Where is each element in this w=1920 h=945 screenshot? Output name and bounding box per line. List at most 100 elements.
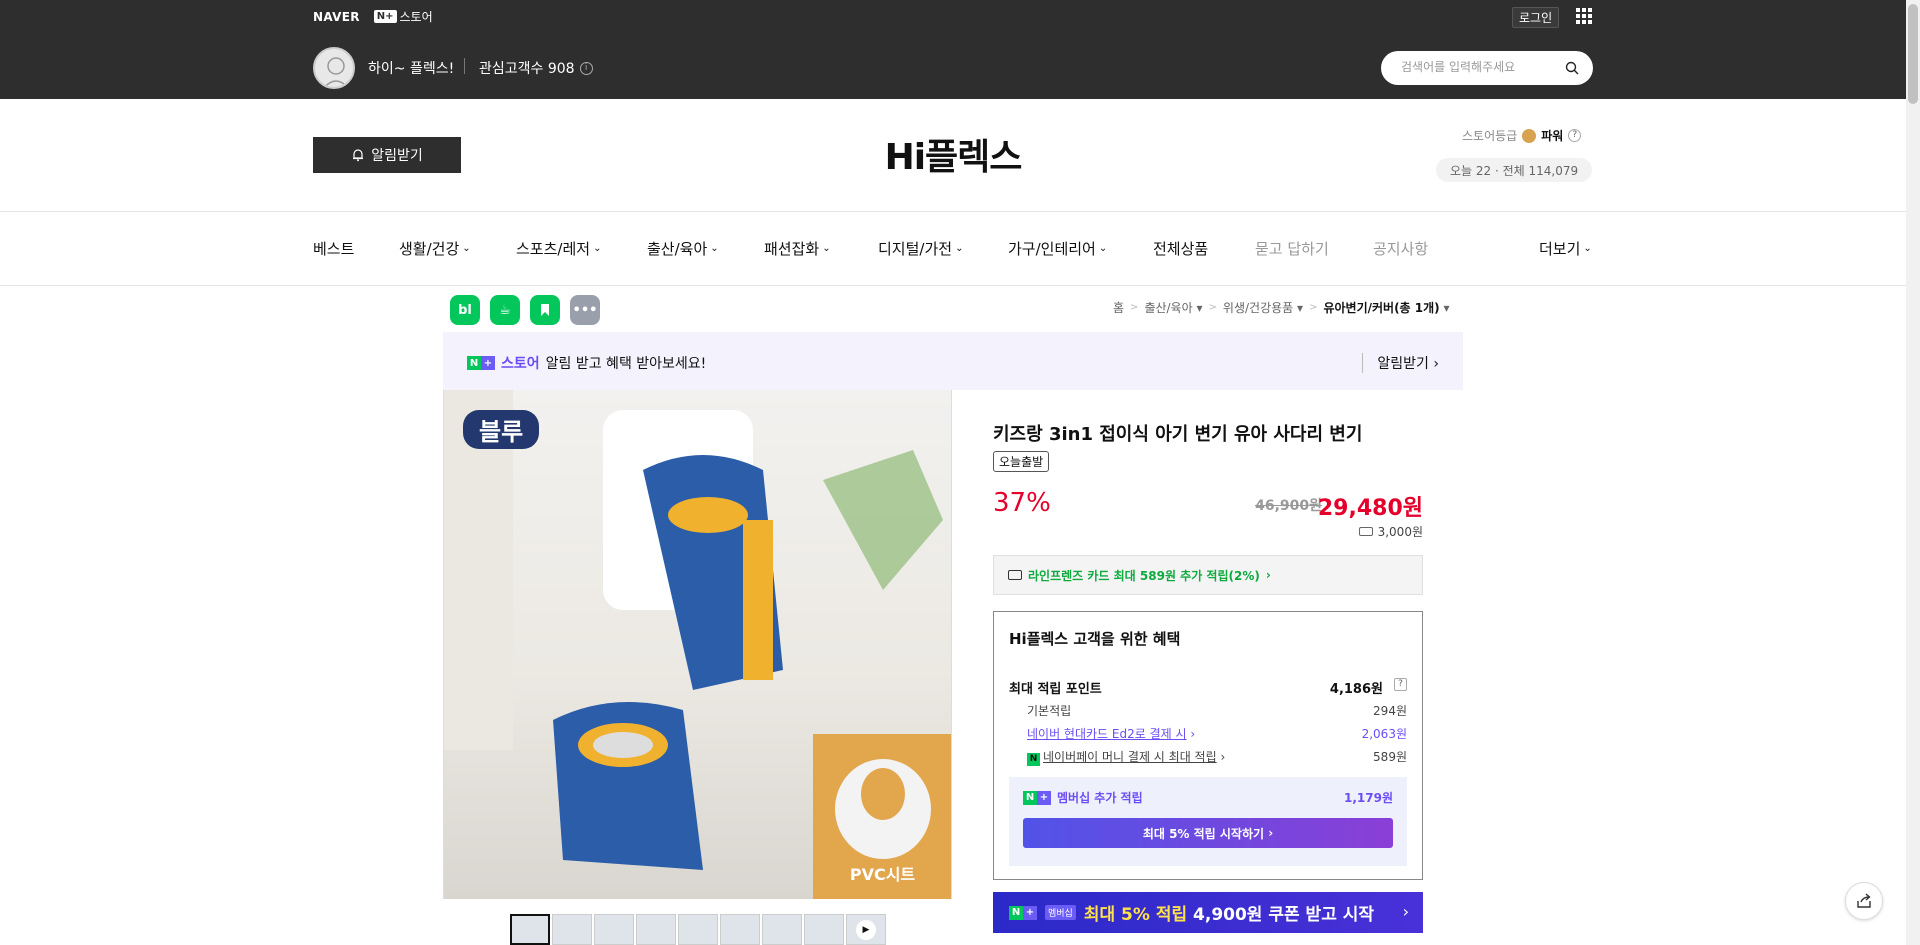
breadcrumb-label: 유아변기/커버(총 1개) [1323,301,1440,315]
promo-text: N + 스토어 알림 받고 혜택 받아보세요! [467,353,706,373]
more-share-icon[interactable]: ••• [570,295,600,325]
page-scrollbar[interactable] [1906,0,1920,945]
thumbnail[interactable] [720,914,760,945]
blog-share-icon[interactable]: bl [450,295,480,325]
thumbnail[interactable] [552,914,592,945]
thumbnail[interactable] [678,914,718,945]
membership-value: 1,179원 [1344,791,1393,805]
store-avatar[interactable] [313,47,355,89]
info-icon[interactable]: i [579,61,593,75]
basic-points-row: 기본적립 294원 [1009,702,1407,719]
share-icons: bl ☕ ••• [450,295,600,325]
naver-logo[interactable]: NAVER [313,10,360,24]
search-box [1381,51,1593,85]
apps-grid-icon[interactable] [1576,8,1592,24]
interest-count-label: 관심고객수 908 [479,61,575,77]
scrollbar-thumb[interactable] [1908,4,1918,104]
nplus-icon: N+ [467,356,495,370]
thumbnail[interactable] [762,914,802,945]
npay-points-link[interactable]: 네이버페이 머니 결제 시 최대 적립 [1043,750,1217,764]
shipping-fee-value: 3,000원 [1377,525,1423,539]
nav-more[interactable]: 더보기 ⌄ [1539,238,1592,259]
banner-highlight: 최대 5% 적립 [1083,905,1188,925]
truck-icon [1358,527,1373,536]
nav-label: 가구/인테리어 [1008,240,1096,258]
thumbnail[interactable] [804,914,844,945]
nav-fashion[interactable]: 패션잡화 ⌄ [764,238,831,259]
banner-text: 최대 5% 적립 4,900원 쿠폰 받고 시작 [1084,900,1374,925]
alarm-promo-banner: N + 스토어 알림 받고 혜택 받아보세요! 알림받기 › [443,332,1463,390]
thumbnail[interactable] [510,914,550,945]
share-icon [1857,893,1871,908]
bookmark-share-icon[interactable] [530,295,560,325]
breadcrumb-category-1[interactable]: 출산/육아 ▾ [1144,299,1202,316]
nav-baby[interactable]: 출산/육아 ⌄ [647,238,719,259]
promo-store-label: 스토어 [501,356,540,372]
store-title[interactable]: Hi플렉스 [0,128,1906,180]
chevron-right-icon: › [1216,750,1226,764]
chevron-down-icon: ⌄ [1098,243,1108,254]
nav-label: 출산/육아 [647,240,708,258]
npay-points-row: N 네이버페이 머니 결제 시 최대 적립 › 589원 [1009,748,1407,766]
nav-living-health[interactable]: 생활/건강 ⌄ [399,238,471,259]
basic-points-value: 294원 [1373,704,1407,718]
search-input[interactable] [1399,59,1559,75]
nav-label: 생활/건강 [399,240,460,258]
benefit-box: Hi플렉스 고객을 위한 혜택 최대 적립 포인트 4,186원 ? 기본적립 … [993,611,1423,880]
chevron-down-icon: ⌄ [822,243,831,254]
card-points-link[interactable]: 네이버 현대카드 Ed2로 결제 시 [1027,727,1187,741]
nav-label: 패션잡화 [764,240,820,258]
membership-start-button[interactable]: 최대 5% 적립 시작하기 › [1023,818,1393,848]
video-thumbnail[interactable]: ▶ [846,914,886,945]
nav-qna[interactable]: 묻고 답하기 [1255,238,1329,259]
chevron-right-icon: › [1186,727,1196,741]
breadcrumb-separator: > [1309,302,1318,313]
nplus-store-logo[interactable]: N+ 스토어 [373,8,433,25]
banner-rest: 4,900원 쿠폰 받고 시작 [1193,905,1375,925]
nav-label: 스포츠/레저 [516,240,591,258]
nav-all-products[interactable]: 전체상품 [1153,238,1208,259]
nav-furniture[interactable]: 가구/인테리어 ⌄ [1008,238,1107,259]
nav-best[interactable]: 베스트 [313,238,354,259]
promo-alarm-link[interactable]: 알림받기 › [1362,353,1439,373]
nav-sports[interactable]: 스포츠/레저 ⌄ [516,238,601,259]
nav-notice[interactable]: 공지사항 [1373,238,1428,259]
nav-label: 전체상품 [1153,240,1209,258]
chevron-right-icon: › [1433,356,1439,372]
promo-message: 알림 받고 혜택 받아보세요! [545,356,707,372]
credit-card-icon [1008,570,1022,580]
image-border [443,390,952,899]
nav-label: 디지털/가전 [878,240,953,258]
breadcrumb-home[interactable]: 홈 [1113,299,1124,316]
product-main-image[interactable]: 블루 PVC시트 [443,390,952,899]
membership-coupon-banner[interactable]: N + 멤버십 최대 5% 적립 4,900원 쿠폰 받고 시작 › [993,892,1423,933]
membership-badge: 멤버십 [1045,905,1076,920]
login-button[interactable]: 로그인 [1512,7,1560,28]
chevron-down-icon: ⌄ [1583,243,1592,254]
help-icon[interactable]: ? [1394,678,1407,691]
share-floating-button[interactable] [1845,882,1883,920]
nav-digital[interactable]: 디지털/가전 ⌄ [878,238,963,259]
grade-value: 파워 [1541,129,1564,143]
thumbnail[interactable] [636,914,676,945]
product-info: 키즈랑 3in1 접이식 아기 변기 유아 사다리 변기 오늘출발 37% 46… [993,420,1423,880]
breadcrumb-category-2[interactable]: 위생/건강용품 ▾ [1223,299,1303,316]
breadcrumb-separator: > [1130,302,1139,313]
cafe-share-icon[interactable]: ☕ [490,295,520,325]
grade-label: 스토어등급 [1462,129,1518,143]
breadcrumb-category-3[interactable]: 유아변기/커버(총 1개) ▾ [1323,299,1449,316]
nav-label: 더보기 [1539,240,1581,258]
help-icon[interactable]: ? [1568,129,1582,142]
store-greeting[interactable]: 하이~ 플렉스! [368,58,454,78]
nplus-icon: N+ [1023,790,1051,805]
medal-icon [1522,128,1537,143]
card-promo-bar[interactable]: 라인프렌즈 카드 최대 589원 추가 적립(2%) › [993,555,1423,595]
search-icon[interactable] [1565,61,1579,75]
nplus-store-label: 스토어 [399,10,433,24]
chevron-right-icon: › [1264,826,1274,840]
divider [0,211,1906,212]
caret-down-icon: ▾ [1297,301,1304,315]
nav-label: 공지사항 [1373,240,1429,258]
thumbnail[interactable] [594,914,634,945]
breadcrumb-label: 출산/육아 [1144,301,1193,315]
